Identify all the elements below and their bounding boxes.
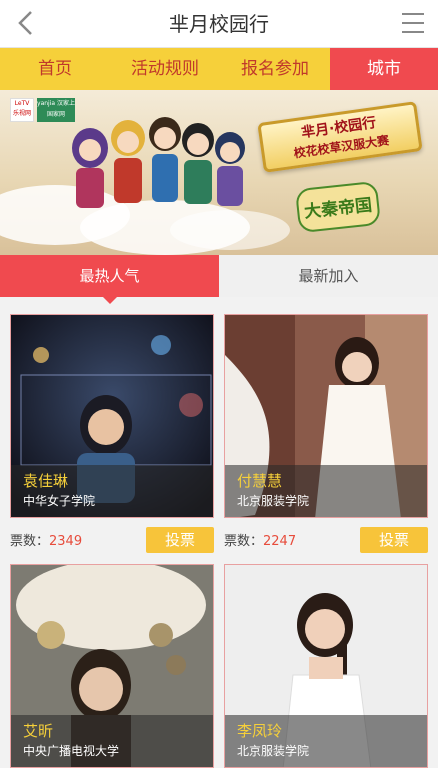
contestant-name: 袁佳琳 [23,472,69,490]
menu-icon[interactable] [400,10,426,36]
event-title-plaque: 芈月·校园行 校花校草汉服大赛 [257,101,423,173]
vote-button[interactable]: 投票 [146,527,214,553]
contestant-school: 北京服装学院 [237,744,310,758]
cartoon-characters-illustration [72,117,245,208]
contestant-card[interactable]: 艾昕 中央广播电视大学 [10,564,214,768]
contestant-school: 北京服装学院 [237,494,310,508]
contestant-school: 中央广播电视大学 [23,744,120,758]
game-logo: 大秦帝国 [294,178,383,237]
nav-rules[interactable]: 活动规则 [110,48,220,90]
vote-label: 票数： [224,534,264,549]
page-title: 芈月校园行 [169,12,269,36]
tab-newest[interactable]: 最新加入 [219,255,438,297]
contestant-caption: 袁佳琳 中华女子学院 [11,465,213,517]
vote-count: 票数：2349 [10,530,82,549]
letv-logo: LeTV 乐视网 [10,98,34,122]
active-tab-indicator [102,297,117,304]
contestant-card[interactable]: 李凤玲 北京服装学院 [224,564,428,768]
vote-button[interactable]: 投票 [360,527,428,553]
vote-label: 票数： [10,534,50,549]
vote-number: 2247 [263,534,297,549]
tab-hottest[interactable]: 最热人气 [0,255,219,304]
nav-city[interactable]: 城市 [330,48,438,90]
tab-hottest-label: 最热人气 [79,267,140,285]
tab-newest-label: 最新加入 [298,267,359,285]
main-nav: 首页 活动规则 报名参加 城市 [0,48,438,90]
contestant-school: 中华女子学院 [23,494,96,508]
nav-home[interactable]: 首页 [0,48,110,90]
contestant-caption: 艾昕 中央广播电视大学 [11,715,213,767]
contestant-card[interactable]: 付慧慧 北京服装学院 [224,314,428,518]
top-bar: 芈月校园行 [0,0,438,48]
contestant-name: 李凤玲 [237,722,283,740]
sort-tabs: 最热人气 最新加入 [0,255,438,304]
contestant-caption: 付慧慧 北京服装学院 [225,465,427,517]
vote-count: 票数：2247 [224,530,296,549]
vote-row: 票数：2349 投票 [10,527,214,553]
nav-signup[interactable]: 报名参加 [220,48,330,90]
vote-row: 票数：2247 投票 [224,527,428,553]
contestant-caption: 李凤玲 北京服装学院 [225,715,427,767]
event-banner[interactable]: LeTV 乐视网 yanjia 汉家上国家网 芈月·校园行 校花校草汉服大赛 大 [0,90,438,255]
contestant-card[interactable]: 袁佳琳 中华女子学院 [10,314,214,518]
contestant-name: 付慧慧 [237,472,283,490]
vote-number: 2349 [49,534,83,549]
contestant-name: 艾昕 [23,722,54,740]
